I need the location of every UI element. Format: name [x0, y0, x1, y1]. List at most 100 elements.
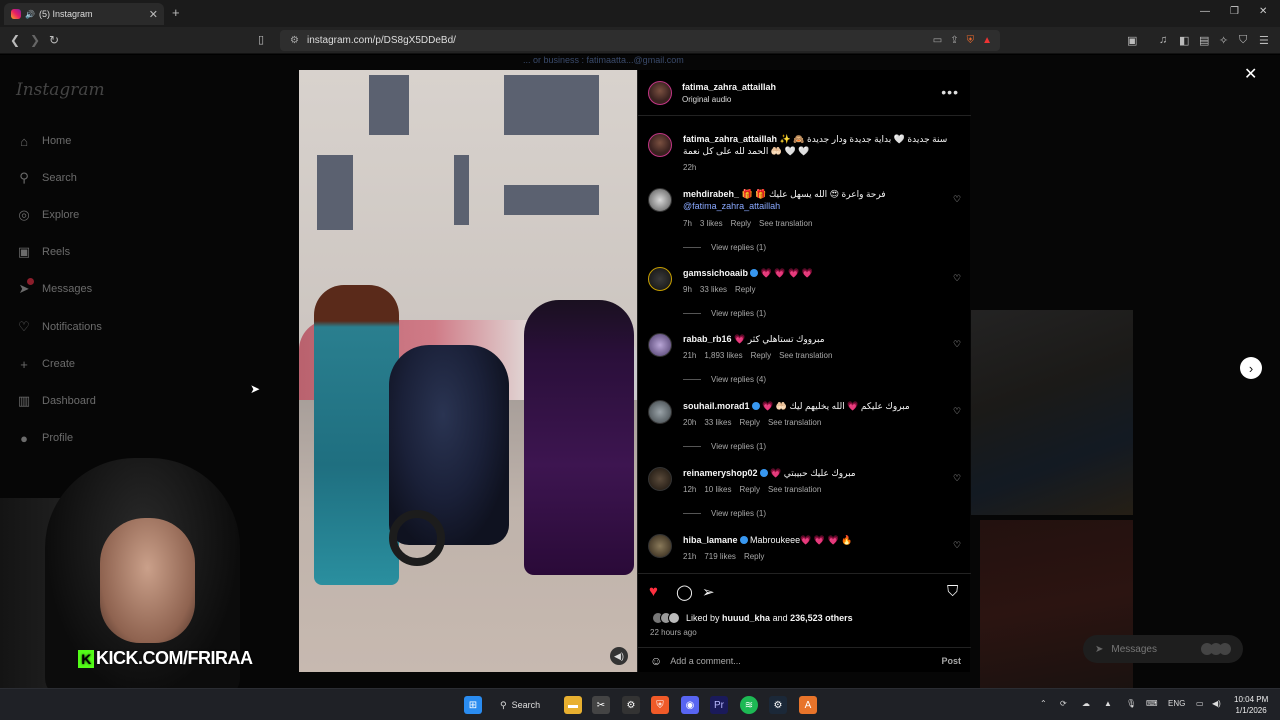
- author-username[interactable]: fatima_zahra_attaillah: [682, 82, 776, 92]
- reply-button[interactable]: Reply: [751, 351, 771, 360]
- sidebar-item-notifications[interactable]: ♡ Notifications: [16, 319, 102, 335]
- music-icon[interactable]: ♫: [1159, 34, 1167, 46]
- next-post-button[interactable]: ›: [1240, 357, 1262, 379]
- volume-icon[interactable]: ◀): [1212, 699, 1221, 708]
- sidebar-item-dashboard[interactable]: ▥ Dashboard: [16, 393, 96, 409]
- comment-username[interactable]: souhail.morad1: [683, 401, 750, 411]
- reload-icon[interactable]: ↻: [49, 33, 59, 47]
- liked-by-user[interactable]: huuud_kha: [722, 613, 770, 623]
- comment-username[interactable]: gamssichoaaib: [683, 268, 748, 278]
- sidebar-item-reels[interactable]: ▣ Reels: [16, 244, 70, 260]
- background-post-thumbnail[interactable]: [971, 310, 1133, 515]
- reply-button[interactable]: Reply: [735, 285, 755, 294]
- brave-browser-icon[interactable]: ⛨: [651, 696, 669, 714]
- save-bookmark-icon[interactable]: ⛉: [947, 583, 958, 600]
- comment-likes[interactable]: 33 likes: [704, 418, 731, 427]
- see-translation-button[interactable]: See translation: [779, 351, 832, 360]
- keyboard-icon[interactable]: ⌨: [1146, 699, 1158, 708]
- liked-by[interactable]: Liked by huuud_kha and 236,523 others: [652, 612, 853, 624]
- brave-rewards-icon[interactable]: ▲: [982, 35, 992, 46]
- sidebar-item-explore[interactable]: ◎ Explore: [16, 207, 79, 223]
- network-icon[interactable]: ▭: [1196, 699, 1204, 708]
- maximize-icon[interactable]: ❐: [1230, 6, 1239, 17]
- steam-icon[interactable]: ⚙: [769, 696, 787, 714]
- comment-like-icon[interactable]: ♡: [953, 194, 961, 205]
- audio-label[interactable]: Original audio: [682, 95, 776, 104]
- back-icon[interactable]: ❮: [10, 33, 20, 47]
- comment-like-icon[interactable]: ♡: [953, 273, 961, 284]
- reply-button[interactable]: Reply: [731, 219, 751, 228]
- comment-likes[interactable]: 1,893 likes: [704, 351, 742, 360]
- view-replies-button[interactable]: View replies (4): [683, 375, 766, 384]
- tray-nvidia-icon[interactable]: ▲: [1104, 699, 1112, 708]
- tray-app-icon[interactable]: ⟳: [1060, 699, 1067, 708]
- sidebar-item-profile[interactable]: ● Profile: [16, 430, 73, 446]
- language-indicator[interactable]: ENG: [1168, 699, 1185, 708]
- reply-button[interactable]: Reply: [739, 418, 759, 427]
- discord-icon[interactable]: ◉: [681, 696, 699, 714]
- view-replies-button[interactable]: View replies (1): [683, 442, 766, 451]
- forward-icon[interactable]: ❯: [30, 33, 40, 47]
- reply-button[interactable]: Reply: [744, 552, 764, 561]
- sidebar-item-create[interactable]: + Create: [16, 356, 75, 372]
- site-info-icon[interactable]: ⚙: [290, 35, 299, 46]
- bookmark-icon[interactable]: ▯: [258, 33, 264, 46]
- close-window-icon[interactable]: ✕: [1259, 6, 1267, 17]
- minimize-icon[interactable]: —: [1200, 6, 1210, 17]
- spotify-icon[interactable]: ≋: [740, 696, 758, 714]
- microphone-icon[interactable]: 🎙: [1126, 699, 1136, 708]
- commenter-avatar[interactable]: [648, 467, 672, 491]
- file-explorer-icon[interactable]: ▬: [564, 696, 582, 714]
- taskbar-clock[interactable]: 10:04 PM 1/1/2026: [1234, 694, 1268, 716]
- author-avatar[interactable]: [648, 81, 672, 105]
- comment-likes[interactable]: 719 likes: [704, 552, 736, 561]
- comment-icon[interactable]: ◯: [676, 583, 693, 601]
- commenter-avatar[interactable]: [648, 267, 672, 291]
- view-replies-button[interactable]: View replies (1): [683, 243, 766, 252]
- view-replies-button[interactable]: View replies (1): [683, 509, 766, 518]
- wallet-icon[interactable]: ▤: [1199, 34, 1209, 47]
- settings-gear-icon[interactable]: ⚙: [622, 696, 640, 714]
- commenter-avatar[interactable]: [648, 534, 672, 558]
- comment-username[interactable]: reinameryshop02: [683, 468, 758, 478]
- brave-shield-icon[interactable]: ⛨: [967, 35, 975, 46]
- comment-like-icon[interactable]: ♡: [953, 540, 961, 551]
- windows-start-icon[interactable]: ⊞: [464, 696, 482, 714]
- add-comment-input[interactable]: Add a comment...: [670, 656, 741, 666]
- address-bar[interactable]: ⚙ instagram.com/p/DS8gX5DDeBd/ ▭ ⇪ ⛨ ▲: [280, 30, 1000, 51]
- more-options-icon[interactable]: •••: [941, 84, 959, 100]
- leo-ai-icon[interactable]: ✧: [1219, 34, 1228, 47]
- post-media-video[interactable]: ◀): [299, 70, 637, 672]
- messages-pill[interactable]: ➤ Messages: [1083, 635, 1243, 663]
- reader-icon[interactable]: ◧: [1179, 34, 1189, 47]
- close-tab-icon[interactable]: ✕: [149, 8, 158, 21]
- close-modal-icon[interactable]: ✕: [1244, 64, 1257, 84]
- snipping-tool-icon[interactable]: ✂: [592, 696, 610, 714]
- comment-likes[interactable]: 10 likes: [704, 485, 731, 494]
- commenter-avatar[interactable]: [648, 400, 672, 424]
- vpn-shield-icon[interactable]: ⛉: [1239, 34, 1247, 47]
- reply-button[interactable]: Reply: [739, 485, 759, 494]
- comment-likes[interactable]: 3 likes: [700, 219, 723, 228]
- emoji-icon[interactable]: ☺: [650, 654, 662, 668]
- commenter-avatar[interactable]: [648, 188, 672, 212]
- mute-icon[interactable]: ◀): [610, 647, 628, 665]
- caption-username[interactable]: fatima_zahra_attaillah: [683, 134, 777, 144]
- cast-icon[interactable]: ▭: [933, 35, 942, 46]
- comments-list[interactable]: fatima_zahra_attaillah ✨ 🙈 سنة جديدة 🤍 ب…: [638, 117, 971, 572]
- view-replies-button[interactable]: View replies (1): [683, 309, 766, 318]
- share-icon[interactable]: ➢: [702, 583, 715, 601]
- instagram-logo[interactable]: Instagram: [16, 80, 105, 100]
- comment-likes[interactable]: 33 likes: [700, 285, 727, 294]
- like-heart-icon[interactable]: ♥: [649, 583, 658, 600]
- comment-username[interactable]: rabab_rb16: [683, 334, 732, 344]
- commenter-avatar[interactable]: [648, 333, 672, 357]
- comment-username[interactable]: hiba_lamane: [683, 535, 738, 545]
- background-post-thumbnail[interactable]: [980, 520, 1133, 690]
- app-icon[interactable]: A: [799, 696, 817, 714]
- sidebar-item-search[interactable]: ⚲ Search: [16, 170, 77, 186]
- new-tab-button[interactable]: +: [172, 5, 180, 20]
- taskbar-search[interactable]: ⚲ Search: [500, 695, 540, 715]
- sidebar-toggle-icon[interactable]: ▣: [1127, 34, 1137, 47]
- post-comment-button[interactable]: Post: [941, 656, 961, 666]
